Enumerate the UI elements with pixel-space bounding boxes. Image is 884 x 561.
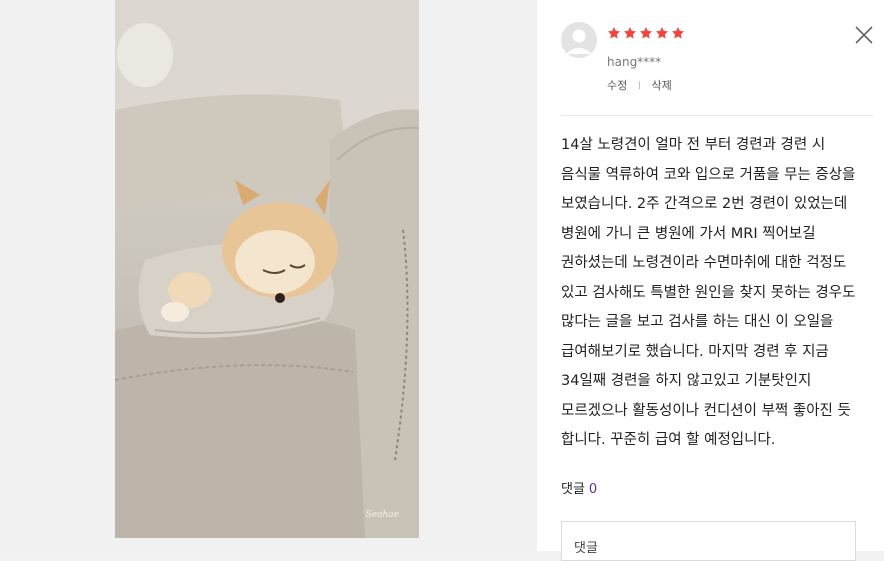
user-avatar-icon (561, 22, 597, 58)
star-icon (623, 27, 637, 39)
star-icon (607, 27, 621, 39)
comment-input[interactable] (562, 522, 855, 560)
close-button[interactable] (854, 25, 874, 45)
dog-on-sofa-image (115, 0, 419, 538)
comment-input-box[interactable] (561, 521, 856, 561)
action-separator: ㅣ (635, 81, 644, 92)
review-actions: 수정 ㅣ 삭제 (607, 77, 672, 93)
comment-count: 댓글 0 (561, 478, 597, 497)
star-icon (671, 27, 685, 39)
star-icon (655, 27, 669, 39)
delete-button[interactable]: 삭제 (652, 77, 672, 93)
review-author: hang**** (607, 55, 662, 69)
header-divider (561, 115, 873, 116)
comment-label: 댓글 (561, 482, 585, 497)
review-photo: Seohae (115, 0, 419, 538)
close-icon (855, 26, 873, 44)
comment-count-value: 0 (588, 482, 598, 497)
photo-viewer: Seohae (0, 0, 537, 551)
edit-button[interactable]: 수정 (607, 77, 627, 93)
star-rating (607, 26, 685, 40)
review-body: 14살 노령견이 얼마 전 부터 경련과 경련 시 음식물 역류하여 코와 입으… (561, 137, 856, 448)
star-icon (639, 27, 653, 39)
photo-watermark: Seohae (365, 510, 399, 520)
review-panel: hang**** 수정 ㅣ 삭제 14살 노령견이 얼마 전 부터 경련과 경련… (537, 0, 884, 561)
